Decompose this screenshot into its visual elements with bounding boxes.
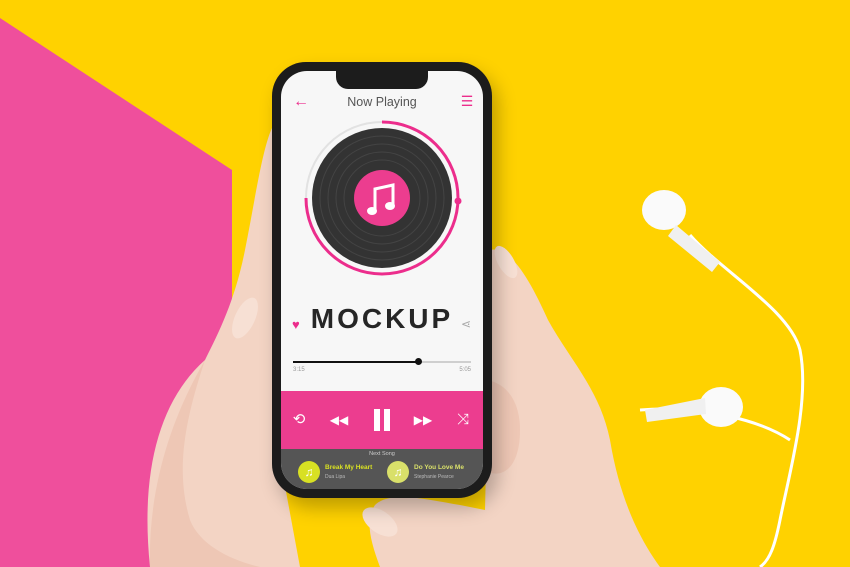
shuffle-icon: ⤨ (456, 411, 469, 428)
phone-notch (336, 71, 428, 89)
rewind-icon: ◀◀ (329, 413, 349, 427)
player-controls: ⟲ ◀◀ ▶▶ ⤨ (281, 391, 483, 449)
next-song-item-2[interactable]: ♫ Do You Love Me Stephanie Pearce (387, 461, 482, 485)
pause-icon (374, 409, 390, 431)
song-artist: Dua Lipa (325, 474, 346, 480)
next-song-label: Next Song (369, 451, 395, 457)
previous-button[interactable]: ◀◀ (327, 409, 351, 431)
music-note-icon: ♫ (298, 461, 320, 483)
elapsed-time: 3:15 (293, 367, 305, 373)
next-button[interactable]: ▶▶ (411, 409, 435, 431)
scene: ← Now Playing ☰ ♥ MOCKUP ⋖ 3:15 5:05 ⟲ ◀… (0, 0, 850, 567)
phone-screen: ← Now Playing ☰ ♥ MOCKUP ⋖ 3:15 5:05 ⟲ ◀… (281, 71, 483, 489)
repeat-icon: ⟲ (292, 411, 306, 428)
page-title: Now Playing (347, 95, 417, 109)
music-note-icon: ♫ (387, 461, 409, 483)
next-song-panel: Next Song ♫ Break My Heart Dua Lipa ♫ Do… (281, 449, 483, 489)
playback-ring-knob[interactable] (454, 197, 462, 205)
song-title: Do You Love Me (414, 464, 464, 471)
disc-label (354, 170, 410, 226)
hamburger-menu-icon: ☰ (460, 93, 474, 109)
fast-forward-icon: ▶▶ (413, 413, 433, 427)
total-duration: 5:05 (459, 367, 471, 373)
repeat-button[interactable]: ⟲ (287, 409, 311, 431)
song-title: Break My Heart (325, 464, 373, 471)
next-song-item-1[interactable]: ♫ Break My Heart Dua Lipa (298, 461, 388, 485)
share-icon[interactable]: ⋖ (461, 317, 471, 331)
shuffle-button[interactable]: ⤨ (451, 409, 475, 431)
app-header: ← Now Playing ☰ (281, 89, 483, 115)
phone: ← Now Playing ☰ ♥ MOCKUP ⋖ 3:15 5:05 ⟲ ◀… (272, 62, 492, 498)
song-artist: Stephanie Pearce (414, 474, 454, 480)
menu-button[interactable]: ☰ (459, 93, 475, 109)
progress-knob[interactable] (414, 358, 422, 365)
track-title: MOCKUP (310, 303, 454, 334)
pause-button[interactable] (367, 405, 397, 435)
progress-bar[interactable] (293, 358, 471, 365)
progress-fill (293, 361, 418, 363)
album-disc[interactable] (299, 115, 465, 281)
